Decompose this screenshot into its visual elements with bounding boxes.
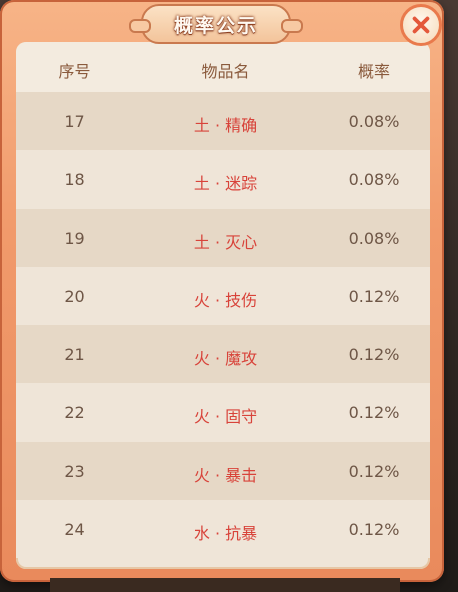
row-index: 21 xyxy=(64,345,85,365)
table-header: 序号 物品名 概率 xyxy=(16,42,430,92)
table-row: 21 火 · 魔攻 0.12% xyxy=(16,325,430,384)
row-probability: 0.12% xyxy=(348,403,400,423)
row-index: 22 xyxy=(64,403,85,423)
row-index: 18 xyxy=(64,170,85,190)
row-index: 24 xyxy=(64,520,85,540)
background-strip xyxy=(50,578,400,592)
row-item-name: 火 · 技伤 xyxy=(193,290,258,310)
row-probability: 0.08% xyxy=(348,228,400,248)
row-item-name: 土 · 精确 xyxy=(193,116,258,135)
row-item-name: 火 · 暴击 xyxy=(193,465,258,485)
row-index: 19 xyxy=(64,228,85,248)
table-row: 22 火 · 固守 0.12% xyxy=(16,383,430,442)
row-item-name: 火 · 固守 xyxy=(193,407,258,427)
row-index: 17 xyxy=(64,112,85,131)
header-item-name: 物品名 xyxy=(201,62,250,81)
probability-table[interactable]: 序号 物品名 概率 17 土 · 精确 0.08% 18 土 · 迷踪 0.08… xyxy=(16,42,430,569)
row-item-name: 土 · 灭心 xyxy=(193,232,258,252)
row-probability: 0.08% xyxy=(348,170,400,190)
header-index: 序号 xyxy=(58,62,91,81)
probability-dialog: 序号 物品名 概率 17 土 · 精确 0.08% 18 土 · 迷踪 0.08… xyxy=(0,0,444,582)
table-row: 19 土 · 灭心 0.08% xyxy=(16,208,430,267)
row-probability: 0.12% xyxy=(348,461,400,481)
row-probability: 0.12% xyxy=(348,345,400,365)
table-row: 23 火 · 暴击 0.12% xyxy=(16,441,430,501)
table-row: 18 土 · 迷踪 0.08% xyxy=(16,150,430,209)
dialog-title: 概率公示 xyxy=(173,14,258,37)
page: 序号 物品名 概率 17 土 · 精确 0.08% 18 土 · 迷踪 0.08… xyxy=(0,0,458,592)
header-probability: 概率 xyxy=(357,62,390,81)
row-index: 20 xyxy=(64,286,85,306)
close-icon xyxy=(412,16,430,34)
row-index: 23 xyxy=(64,461,85,481)
row-probability: 0.08% xyxy=(348,112,400,131)
row-probability: 0.12% xyxy=(348,520,400,540)
table-row: 20 火 · 技伤 0.12% xyxy=(16,266,430,326)
table-row: 17 土 · 精确 0.08% xyxy=(16,92,430,151)
row-item-name: 火 · 魔攻 xyxy=(193,349,258,369)
close-button[interactable] xyxy=(400,4,442,46)
table-body[interactable]: 17 土 · 精确 0.08% 18 土 · 迷踪 0.08% 19 土 · 灭… xyxy=(16,92,430,559)
row-item-name: 土 · 迷踪 xyxy=(193,174,258,194)
dialog-title-banner: 概率公示 xyxy=(129,4,303,44)
table-row: 24 水 · 抗暴 0.12% xyxy=(16,500,430,559)
row-probability: 0.12% xyxy=(348,286,400,306)
row-item-name: 水 · 抗暴 xyxy=(193,524,258,544)
